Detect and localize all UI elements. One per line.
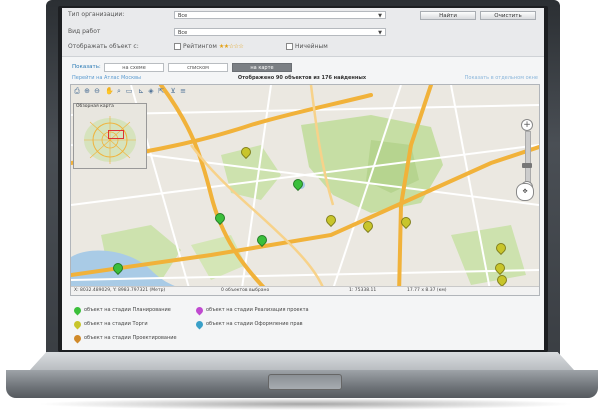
ruler-icon[interactable]: ⊾ <box>137 87 145 95</box>
zoom-out-icon[interactable]: ⊖ <box>93 87 101 95</box>
atlas-link[interactable]: Перейти на Атлас Москвы <box>72 74 141 83</box>
legend-item: объект на стадии Проектирование <box>72 333 177 344</box>
legend-item: объект на стадии Реализация проекта <box>194 305 309 316</box>
legend-label: объект на стадии Планирование <box>84 307 171 313</box>
overview-map[interactable]: Обзорная карта <box>73 103 147 169</box>
legend-item: объект на стадии Торги <box>72 319 148 330</box>
legend-icon[interactable]: ≡ <box>179 87 187 95</box>
nophoto-filter[interactable]: Ничейным <box>286 42 328 51</box>
base-shadow <box>36 398 576 410</box>
org-type-select[interactable]: Все ▼ <box>174 11 386 19</box>
measure-icon[interactable]: ⇱ <box>157 87 165 95</box>
overview-viewport[interactable] <box>108 130 124 139</box>
info-icon[interactable]: ⊻ <box>169 87 177 95</box>
selected-count: 0 объектов выбрано <box>221 288 270 293</box>
map-scale: 1: 75338.11 <box>349 288 377 293</box>
clear-button[interactable]: Очистить <box>480 11 536 20</box>
pin-icon <box>194 319 205 330</box>
pin-icon <box>72 319 83 330</box>
works-label: Вид работ <box>68 28 101 35</box>
zoom-slider-handle[interactable] <box>522 163 532 168</box>
laptop-photo: Тип организации: Все ▼ Найти Очистить Ви… <box>0 0 603 413</box>
result-count: Отображено 90 объектов из 176 найденных <box>237 75 367 81</box>
display-label: Отображать объект с: <box>68 43 139 50</box>
nophoto-checkbox[interactable] <box>286 43 293 50</box>
legend-item: объект на стадии Планирование <box>72 305 171 316</box>
keyboard-deck <box>30 352 574 370</box>
pan-control[interactable]: ✥ <box>516 183 534 201</box>
legend-label: объект на стадии Торги <box>84 321 148 327</box>
legend-item: объект на стадии Оформление прав <box>194 319 303 330</box>
open-window-link[interactable]: Показать в отдельном окне <box>465 74 538 83</box>
nophoto-label: Ничейным <box>295 43 328 50</box>
zoom-plus-button[interactable]: + <box>521 119 533 131</box>
trackpad <box>268 374 342 390</box>
legend-label: объект на стадии Проектирование <box>84 335 177 341</box>
print-icon[interactable]: ⎙ <box>73 87 81 95</box>
select-icon[interactable]: ▭ <box>125 87 133 95</box>
map-size: 17.77 x 8.37 (км) <box>407 288 447 293</box>
search-icon[interactable]: ⌕ <box>115 87 123 95</box>
rating-stars[interactable]: ★★☆☆☆ <box>219 43 244 50</box>
tab-scheme[interactable]: на схеме <box>104 63 164 72</box>
org-type-value: Все <box>178 13 188 19</box>
tab-map[interactable]: на карте <box>232 63 292 72</box>
legend: объект на стадии Планирование объект на … <box>72 300 394 344</box>
works-value: Все <box>178 30 188 36</box>
layers-icon[interactable]: ◈ <box>147 87 155 95</box>
works-select[interactable]: Все ▼ <box>174 28 386 36</box>
overview-canvas <box>84 116 136 164</box>
cursor-coordinates: X: 8032.489029, Y: 8983.797321 (Метр) <box>74 288 166 293</box>
legend-label: объект на стадии Оформление прав <box>206 321 303 327</box>
org-type-label: Тип организации: <box>68 11 125 18</box>
pin-icon <box>72 305 83 316</box>
pin-icon <box>72 333 83 344</box>
zoom-in-icon[interactable]: ⊕ <box>83 87 91 95</box>
show-label: Показать: <box>72 64 101 70</box>
map-view[interactable]: ⎙ ⊕ ⊖ ✋ ⌕ ▭ ⊾ ◈ ⇱ ⊻ ≡ Обзорная карта + ✥… <box>70 84 540 296</box>
info-row: Перейти на Атлас Москвы Отображено 90 об… <box>62 74 544 83</box>
pin-icon <box>194 305 205 316</box>
legend-label: объект на стадии Реализация проекта <box>206 307 309 313</box>
pan-hand-icon[interactable]: ✋ <box>105 87 114 95</box>
rating-label: Рейтингом <box>183 43 217 50</box>
chevron-down-icon: ▼ <box>378 30 382 36</box>
chevron-down-icon: ▼ <box>378 13 382 19</box>
screen: Тип организации: Все ▼ Найти Очистить Ви… <box>62 8 544 350</box>
view-switcher: Показать: на схеме списком на карте <box>62 62 544 73</box>
find-button[interactable]: Найти <box>420 11 476 20</box>
rating-checkbox[interactable] <box>174 43 181 50</box>
map-status-bar: X: 8032.489029, Y: 8983.797321 (Метр) 0 … <box>71 286 539 295</box>
map-toolbar: ⎙ ⊕ ⊖ ✋ ⌕ ▭ ⊾ ◈ ⇱ ⊻ ≡ <box>71 85 231 97</box>
zoom-slider[interactable] <box>525 131 531 183</box>
overview-title: Обзорная карта <box>76 104 114 109</box>
laptop-base <box>6 352 598 413</box>
tab-list[interactable]: списком <box>168 63 228 72</box>
rating-filter[interactable]: Рейтингом ★★☆☆☆ <box>174 42 244 51</box>
filter-panel: Тип организации: Все ▼ Найти Очистить Ви… <box>62 8 544 57</box>
